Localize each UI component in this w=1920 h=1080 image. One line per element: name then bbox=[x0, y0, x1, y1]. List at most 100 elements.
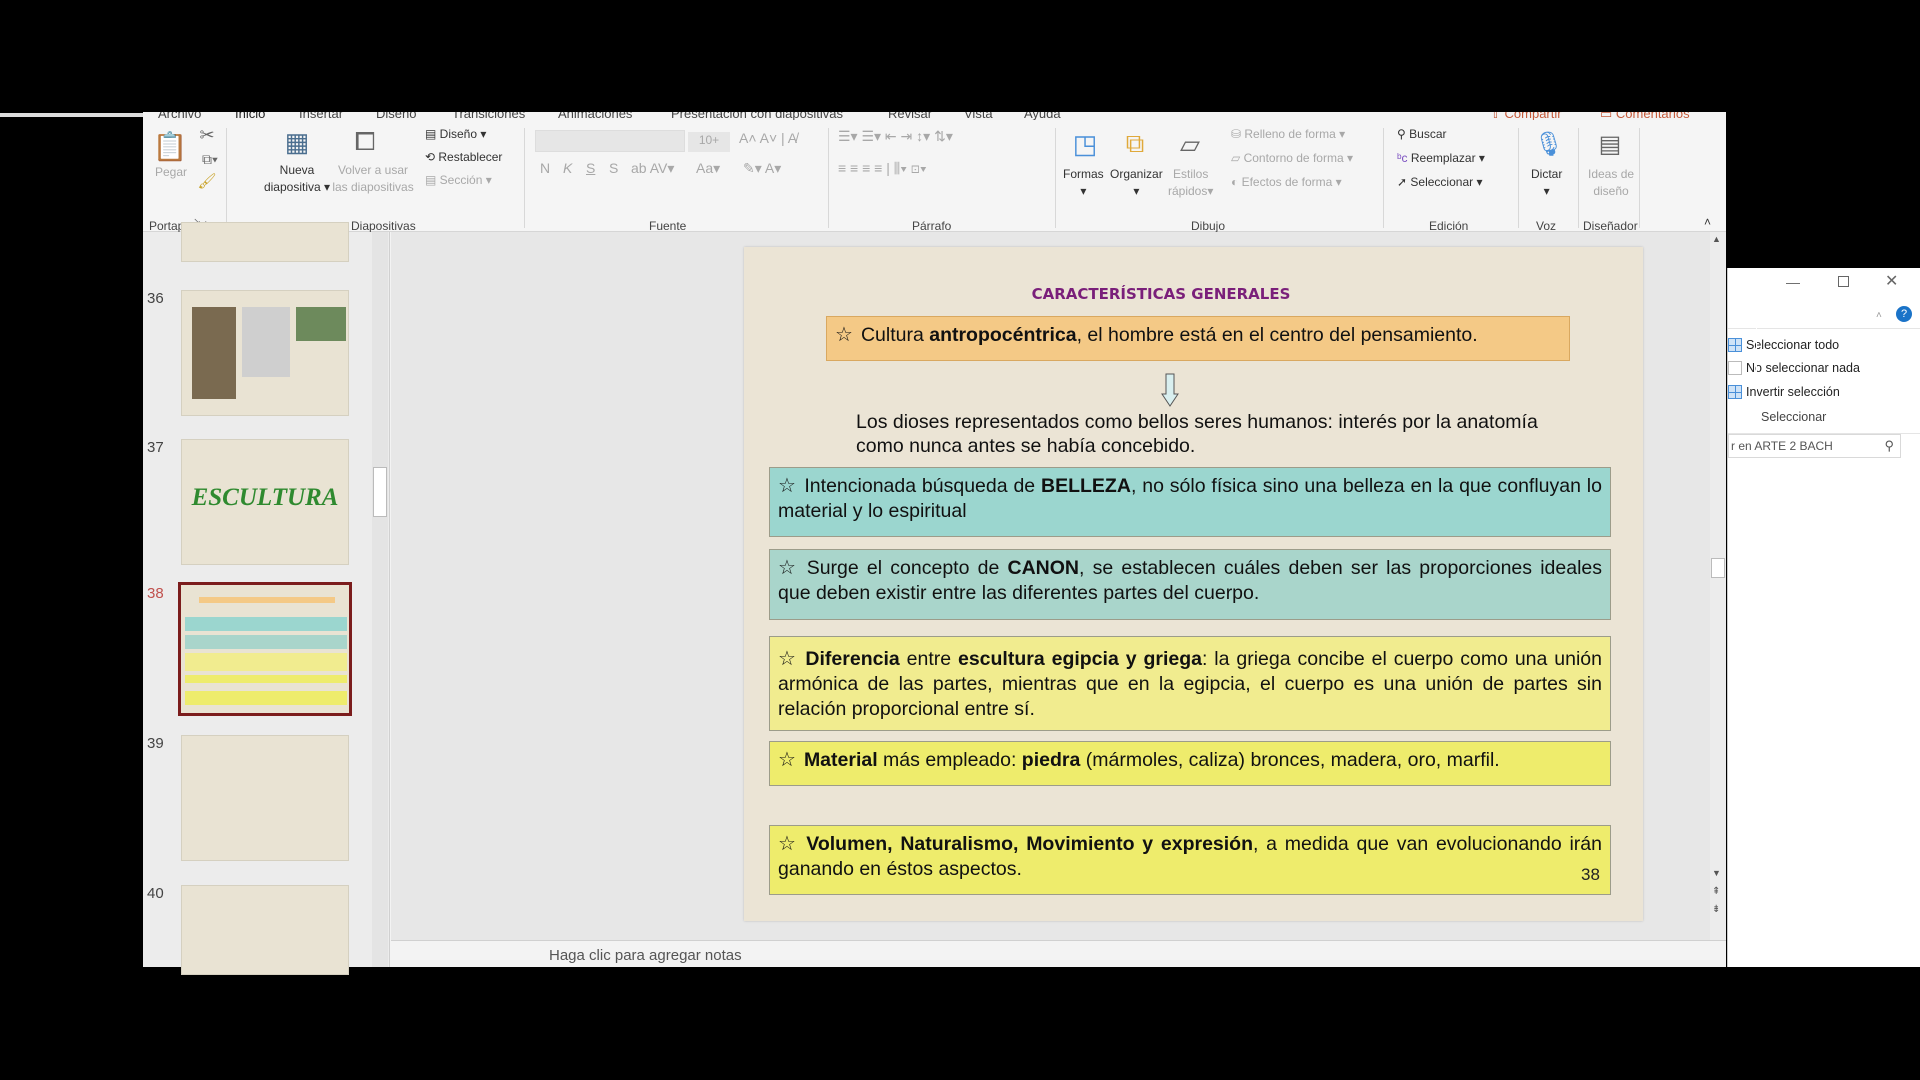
slide-thumbnail-37[interactable]: ESCULTURA bbox=[181, 439, 349, 565]
maximize-icon[interactable] bbox=[1838, 276, 1849, 287]
new-slide-icon: ▦ bbox=[284, 126, 310, 157]
slide-thumbnail-38-selected[interactable] bbox=[178, 582, 352, 716]
list-indent-icons[interactable]: ☰▾ ☰▾ ⇤ ⇥ ↕▾ ⇅▾ bbox=[838, 128, 953, 145]
font-name-combo[interactable] bbox=[535, 130, 685, 152]
slide-canvas[interactable]: CARACTERÍSTICAS GENERALES ☆ Cultura antro… bbox=[744, 247, 1643, 921]
group-label-edicion: Edición bbox=[1429, 219, 1469, 233]
design-ideas-button[interactable]: Ideas de diseño bbox=[1588, 166, 1634, 200]
invert-selection-button[interactable]: Invertir selección bbox=[1728, 385, 1840, 399]
collapse-ribbon-icon[interactable]: ˄ bbox=[1704, 214, 1711, 231]
scroll-up-icon[interactable]: ▲ bbox=[1712, 234, 1721, 244]
collapse-ribbon-icon[interactable]: ˄ bbox=[1876, 310, 1882, 321]
thumbnail-photo bbox=[242, 307, 290, 377]
alignment-icons[interactable]: ≡ ≡ ≡ ≡ | ⫼▾ ⊡▾ bbox=[838, 160, 927, 177]
bullet-box-antropocentrica: ☆ Cultura antropocéntrica, el hombre está… bbox=[826, 316, 1570, 361]
select-all-button[interactable]: Seleccionar todo bbox=[1728, 338, 1839, 352]
layout-button[interactable]: ▤ Diseño ▾ bbox=[425, 126, 486, 143]
star-icon: ☆ bbox=[778, 557, 799, 579]
panel-scrollbar[interactable] bbox=[372, 232, 388, 967]
underline-button[interactable]: S bbox=[586, 160, 595, 177]
notes-pane[interactable]: Haga clic para agregar notas bbox=[391, 940, 1726, 967]
bold-button[interactable]: N bbox=[540, 160, 550, 177]
microphone-icon: 🎙 bbox=[1533, 130, 1565, 158]
slide-title: CARACTERÍSTICAS GENERALES bbox=[1031, 285, 1291, 303]
bullet-box-material: ☆ Material más empleado: piedra (mármoles… bbox=[769, 741, 1611, 786]
search-icon: ⚲ bbox=[1397, 127, 1406, 141]
scrollbar-thumb[interactable] bbox=[373, 467, 387, 517]
shapes-button[interactable]: Formas ▾ bbox=[1063, 166, 1104, 200]
help-icon[interactable]: ? bbox=[1896, 306, 1912, 322]
black-letterbox-top bbox=[0, 0, 1920, 112]
editor-scrollbar[interactable]: ▲ ▼ ⇞ ⇟ bbox=[1710, 232, 1726, 940]
slide-thumbnail-35[interactable] bbox=[181, 222, 349, 262]
slide-editor: CARACTERÍSTICAS GENERALES ☆ Cultura antro… bbox=[391, 232, 1726, 940]
font-size-buttons[interactable]: A˄ A˅ | A̸ bbox=[739, 130, 797, 147]
group-label-voz: Voz bbox=[1536, 219, 1557, 233]
strikethrough-spacing-icon[interactable]: ab AV▾ bbox=[631, 160, 674, 177]
quick-styles-button[interactable]: Estilos rápidos▾ bbox=[1168, 166, 1213, 200]
background-window-edge bbox=[0, 113, 143, 117]
scrollbar-thumb[interactable] bbox=[1711, 558, 1725, 578]
italic-button[interactable]: K bbox=[563, 160, 572, 177]
select-button[interactable]: ➚ Seleccionar ▾ bbox=[1397, 174, 1482, 191]
design-ideas-icon: ▤ bbox=[1598, 130, 1622, 158]
thumbnail-photo bbox=[192, 307, 236, 399]
thumbnail-box bbox=[185, 691, 347, 705]
scroll-down-icon[interactable]: ▼ bbox=[1712, 868, 1721, 878]
divider bbox=[1578, 128, 1579, 228]
slide-thumbnail-36[interactable] bbox=[181, 290, 349, 416]
reuse-slides-button[interactable]: Volver a usar las diapositivas bbox=[330, 162, 416, 196]
star-icon: ☆ bbox=[778, 749, 796, 771]
close-icon[interactable]: ✕ bbox=[1885, 271, 1898, 291]
divider bbox=[524, 128, 525, 228]
slide-number: 36 bbox=[147, 290, 164, 307]
font-size-combo[interactable]: 10+ bbox=[688, 132, 730, 152]
group-label-diapositivas: Diapositivas bbox=[351, 219, 416, 233]
replace-button[interactable]: ᵇc Reemplazar ▾ bbox=[1397, 150, 1485, 167]
arrange-button[interactable]: Organizar ▾ bbox=[1110, 166, 1163, 200]
find-button[interactable]: ⚲ Buscar bbox=[1397, 126, 1447, 143]
shape-fill-button[interactable]: ⛁ Relleno de forma ▾ bbox=[1231, 126, 1345, 143]
slide-thumbnail-40[interactable] bbox=[181, 885, 349, 975]
divider bbox=[1055, 128, 1056, 228]
star-icon: ☆ bbox=[835, 324, 853, 346]
group-label-seleccionar: Seleccionar bbox=[1761, 410, 1827, 424]
thumbnail-box bbox=[185, 675, 347, 683]
format-painter-icon[interactable]: 🖌 bbox=[197, 172, 216, 190]
copy-icon[interactable]: ⧉▾ bbox=[198, 150, 222, 168]
file-explorer-window: — ✕ ˄ ? Seleccionar todo No seleccionar … bbox=[1727, 268, 1920, 967]
slide-thumbnail-panel: 36 37 ESCULTURA 38 39 40 bbox=[143, 222, 390, 975]
next-slide-icon[interactable]: ⇟ bbox=[1712, 904, 1720, 915]
select-none-button[interactable]: No seleccionar nada bbox=[1728, 361, 1860, 375]
cut-icon[interactable]: ✂ bbox=[198, 125, 216, 145]
slide-number: 37 bbox=[147, 439, 164, 456]
reset-button[interactable]: ⟲ Restablecer bbox=[425, 149, 502, 166]
cursor-icon: ➚ bbox=[1397, 175, 1408, 189]
powerpoint-window: Archivo Inicio Insertar Diseño Transicio… bbox=[143, 104, 1726, 975]
paste-button[interactable]: Pegar bbox=[155, 164, 187, 181]
highlight-font-color-icon[interactable]: ✎▾ A▾ bbox=[743, 160, 781, 177]
select-all-icon bbox=[1728, 338, 1742, 352]
slide-thumbnail-39[interactable] bbox=[181, 735, 349, 861]
shape-outline-button[interactable]: ▱ Contorno de forma ▾ bbox=[1231, 150, 1353, 167]
minimize-icon[interactable]: — bbox=[1786, 274, 1800, 290]
group-label-fuente: Fuente bbox=[649, 219, 687, 233]
shape-effects-button[interactable]: ◐ Efectos de forma ▾ bbox=[1231, 174, 1342, 191]
previous-slide-icon[interactable]: ⇞ bbox=[1712, 886, 1720, 897]
change-case-button[interactable]: Aa▾ bbox=[696, 160, 720, 177]
divider bbox=[1518, 128, 1519, 228]
select-none-icon bbox=[1728, 361, 1742, 375]
star-icon: ☆ bbox=[778, 475, 797, 497]
slide-number: 39 bbox=[147, 735, 164, 752]
arrange-icon: ⧉ bbox=[1125, 128, 1145, 158]
slide-number: 40 bbox=[147, 885, 164, 902]
down-arrow-icon bbox=[1161, 373, 1179, 407]
divider bbox=[226, 128, 227, 228]
dictate-button[interactable]: Dictar ▾ bbox=[1531, 166, 1562, 200]
shadow-button[interactable]: S bbox=[609, 160, 618, 177]
bullet-box-volumen: ☆ Volumen, Naturalismo, Movimiento y expr… bbox=[769, 825, 1611, 895]
new-slide-button[interactable]: Nueva diapositiva ▾ bbox=[258, 162, 336, 196]
section-button[interactable]: ▤ Sección ▾ bbox=[425, 172, 492, 189]
replace-icon: ᵇc bbox=[1397, 151, 1408, 165]
search-input[interactable]: r en ARTE 2 BACH ⚲ bbox=[1728, 434, 1901, 458]
